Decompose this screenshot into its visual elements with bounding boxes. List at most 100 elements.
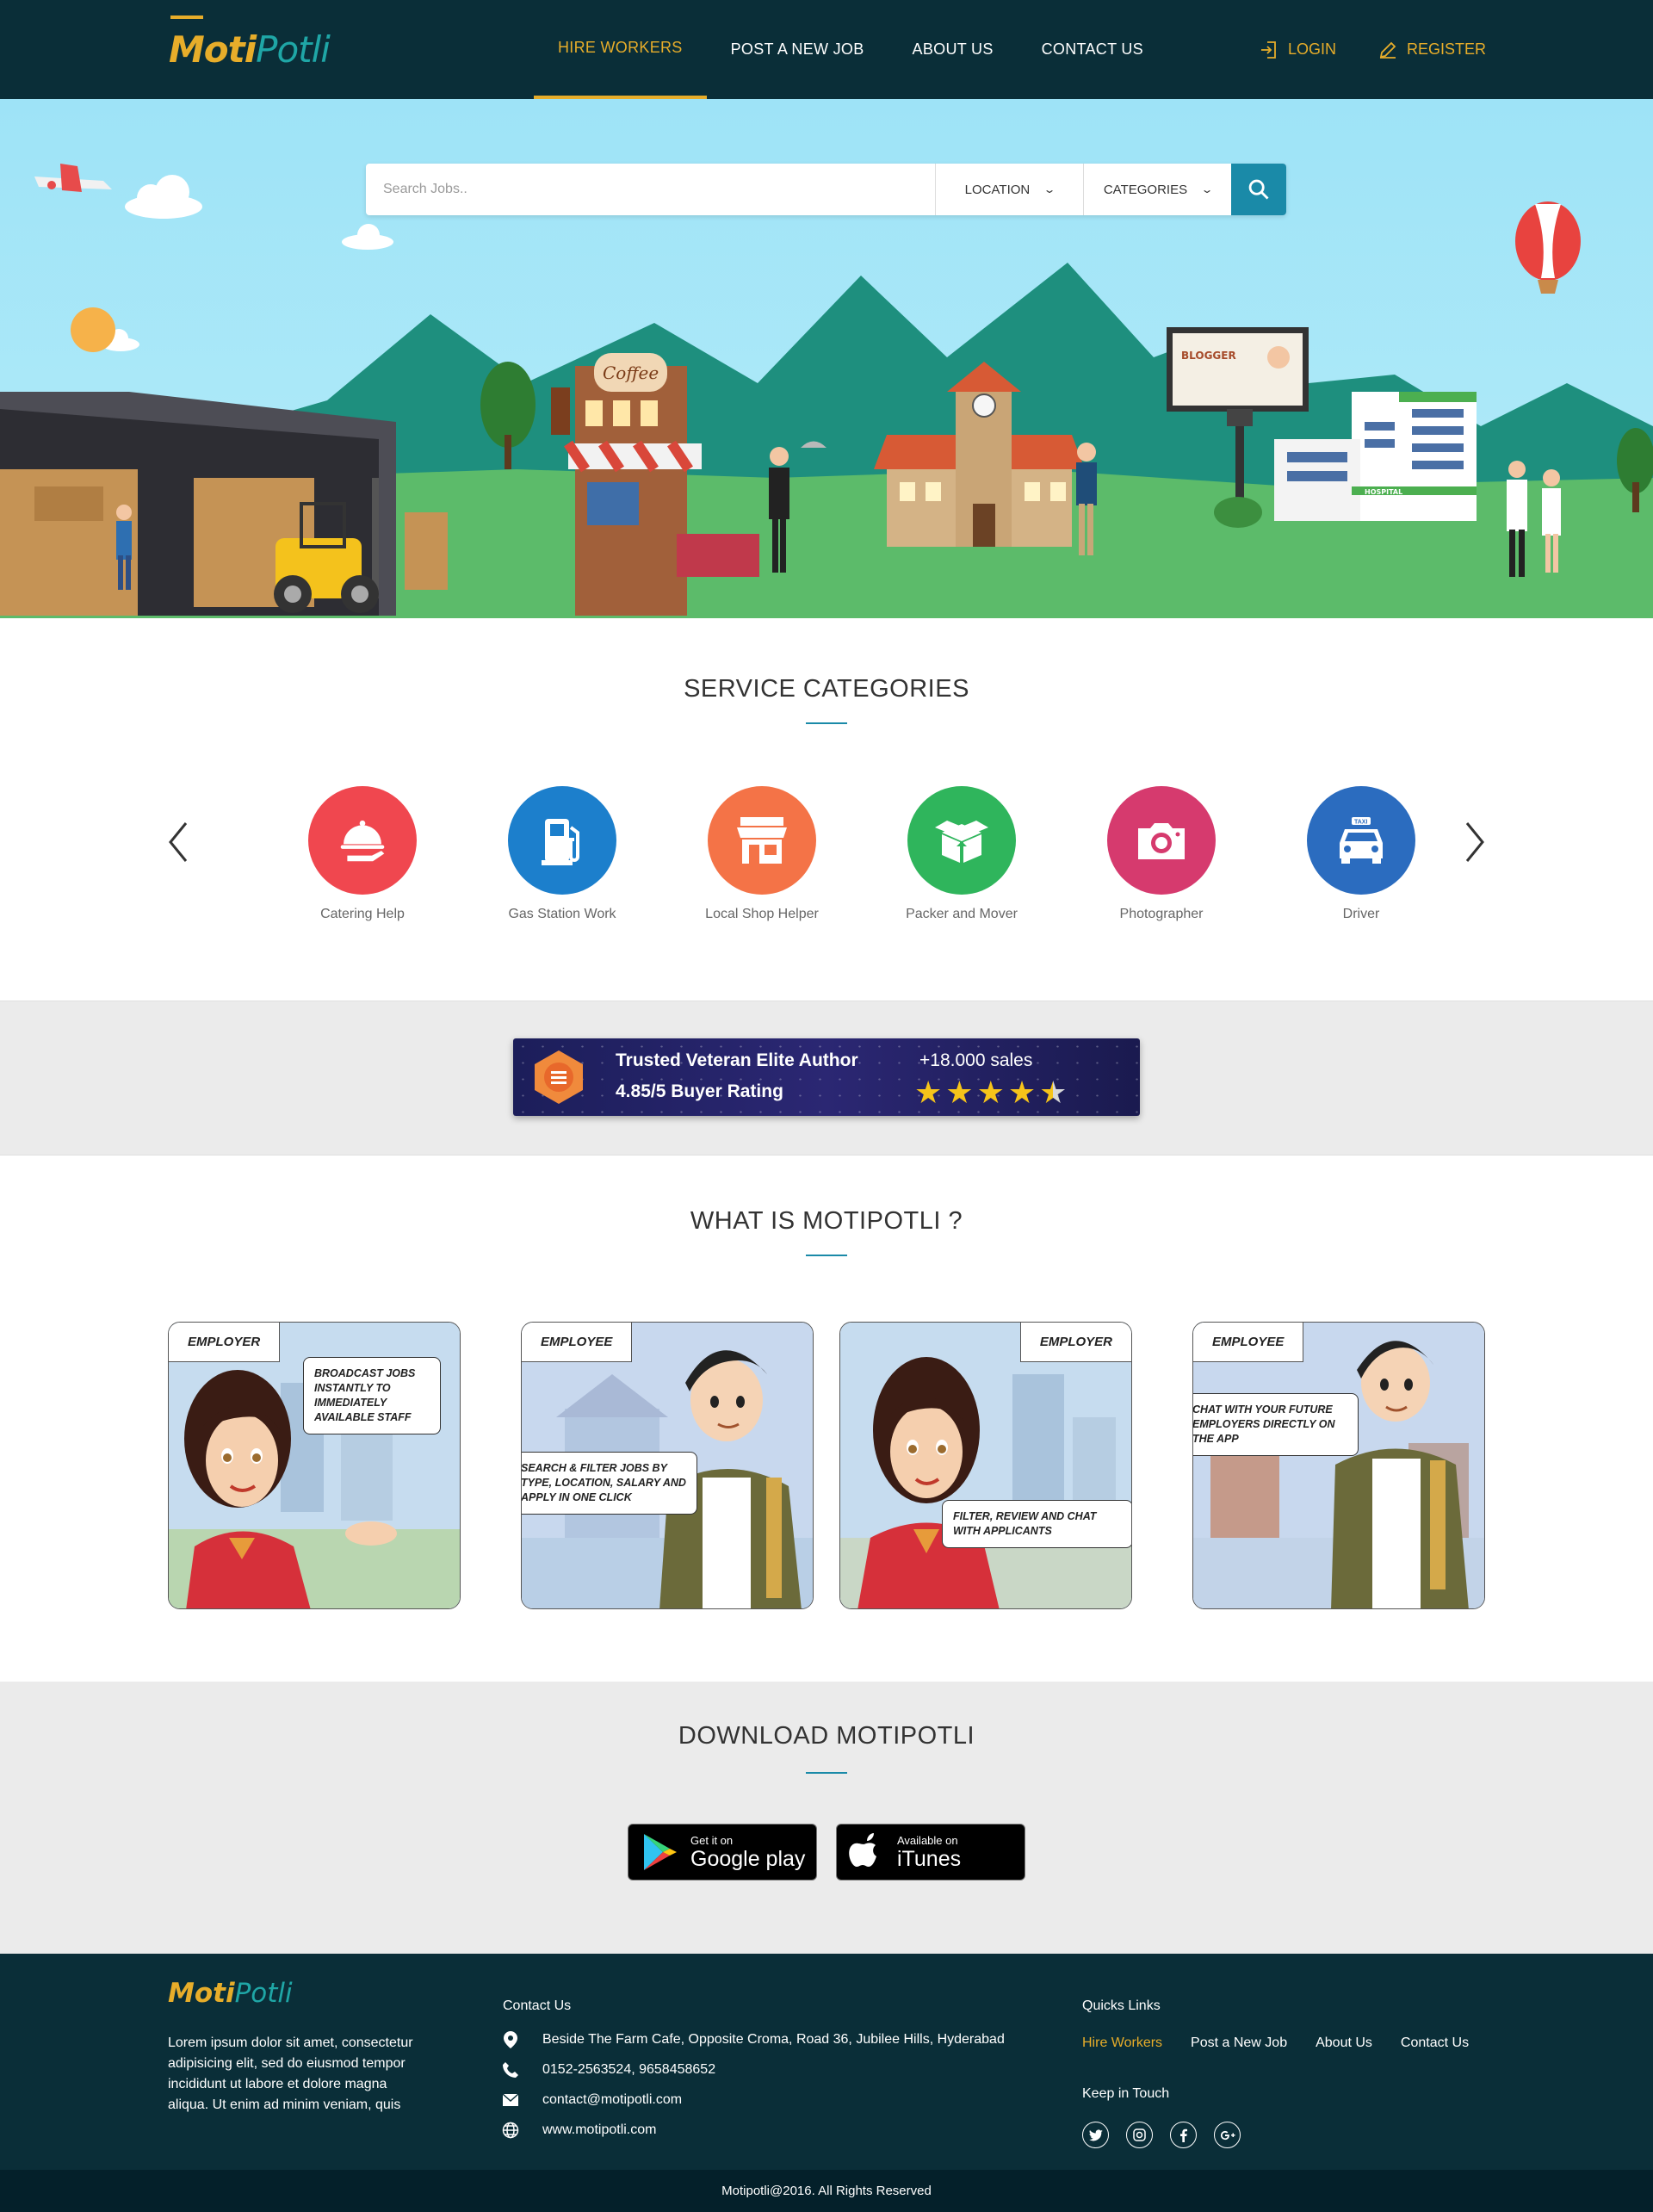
category-label: Gas Station Work [508,907,616,921]
employee-man-illustration [1193,1323,1484,1608]
title-underline [806,1772,847,1774]
category-local-shop-helper[interactable]: Local Shop Helper [662,786,862,922]
star-icon: ★ [976,1075,1005,1110]
what-is-section: WHAT IS MOTIPOTLI ? EMPLOYER BROADCAST J… [0,1156,1653,1682]
login-link[interactable]: LOGIN [1259,40,1336,60]
search-input[interactable] [366,164,935,215]
category-label: Local Shop Helper [705,907,819,921]
website-text: www.motipotli.com [542,2122,657,2137]
what-is-title: WHAT IS MOTIPOTLI ? [690,1207,963,1235]
main-nav: HIRE WORKERS POST A NEW JOB ABOUT US CON… [534,0,1167,99]
itunes-big: iTunes [897,1846,962,1871]
category-icon-circle [708,786,816,895]
contact-email[interactable]: contact@motipotli.com [501,2085,1005,2115]
category-photographer[interactable]: Photographer [1062,786,1261,922]
itunes-button[interactable]: Available on iTunes [836,1824,1025,1881]
footer-logo[interactable]: MotiPotli [168,1978,293,2009]
hero-banner: Coffee BLOGGER HOSPITAL Search Jobs.. LO… [0,99,1653,618]
nav-hire-workers[interactable]: HIRE WORKERS [534,0,707,99]
title-underline [806,722,847,724]
comic-panel-employer: EMPLOYER BROADCAST JOBS INSTANTLY TO IMM… [168,1322,461,1609]
category-icon-circle [1107,786,1216,895]
search-button[interactable] [1231,164,1286,215]
nav-about-us[interactable]: ABOUT US [888,0,1018,99]
employer-woman-illustration [840,1323,1131,1608]
author-badge-strip: Trusted Veteran Elite Author 4.85/5 Buye… [0,1001,1653,1156]
taxi-sign-text: TAXI [1354,820,1367,826]
pencil-icon [1379,41,1396,59]
badge-rating-text: 4.85/5 Buyer Rating [616,1081,783,1101]
category-gas-station-work[interactable]: Gas Station Work [462,786,662,922]
category-packer-and-mover[interactable]: Packer and Mover [862,786,1062,922]
panel-tag: EMPLOYER [1019,1323,1131,1362]
itunes-small: Available on [897,1833,958,1847]
address-text: Beside The Farm Cafe, Opposite Croma, Ro… [542,2031,1005,2047]
category-label: Photographer [1119,907,1204,921]
warehouse-illustration [0,392,448,616]
job-search-bar: LOCATION ⌄ CATEGORIES ⌄ [366,164,1286,215]
speech-bubble: CHAT WITH YOUR FUTURE EMPLOYERS DIRECTLY… [1193,1393,1359,1456]
twitter-icon[interactable] [1082,2122,1109,2148]
download-title: DOWNLOAD MOTIPOTLI [678,1722,975,1750]
cloche-icon [340,820,385,862]
comic-panel-employer: EMPLOYER FILTER, REVIEW AND CHAT WITH AP… [839,1322,1132,1609]
footer-link-hire-workers[interactable]: Hire Workers [1082,2035,1162,2051]
category-label: Catering Help [320,907,405,921]
category-driver[interactable]: TAXI Driver [1261,786,1461,922]
site-header: Moti Potli HIRE WORKERS POST A NEW JOB AB… [0,0,1653,99]
star-rating: ★ ★ ★ ★ ★ [914,1075,1068,1110]
footer-link-about-us[interactable]: About Us [1316,2035,1372,2051]
download-section: DOWNLOAD MOTIPOTLI Get it on Google play… [0,1682,1653,1954]
auth-links: LOGIN REGISTER [1259,0,1486,99]
badge-title: Trusted Veteran Elite Author [616,1050,858,1070]
location-dropdown[interactable]: LOCATION ⌄ [935,164,1083,215]
speech-bubble: SEARCH & FILTER JOBS BY TYPE, LOCATION, … [522,1452,697,1515]
chevron-down-icon: ⌄ [1043,183,1056,195]
service-categories-section: SERVICE CATEGORIES Catering Help Gas Sta… [0,618,1653,1001]
shop-icon [737,817,787,864]
google-plus-icon[interactable] [1214,2122,1241,2148]
contact-phone: 0152-2563524, 9658458652 [501,2054,1005,2085]
copyright-bar: Motipotli@2016. All Rights Reserved [0,2170,1653,2212]
author-badge[interactable]: Trusted Veteran Elite Author 4.85/5 Buye… [513,1038,1140,1116]
footer-logo-potli: Potli [234,1978,293,2009]
contact-website[interactable]: www.motipotli.com [501,2115,1005,2145]
category-carousel: Catering Help Gas Station Work Local Sho… [263,786,1461,922]
badge-sales: +18.000 sales [919,1050,1033,1070]
facebook-icon[interactable] [1170,2122,1197,2148]
category-label: Driver [1342,907,1380,921]
panel-tag: EMPLOYEE [1193,1323,1304,1362]
instagram-icon[interactable] [1126,2122,1153,2148]
star-icon: ★ [1007,1075,1037,1110]
quick-links-heading: Quicks Links [1082,1998,1161,2013]
footer-link-post-job[interactable]: Post a New Job [1191,2035,1287,2051]
location-label: LOCATION [964,182,1031,197]
phone-text: 0152-2563524, 9658458652 [542,2061,716,2077]
register-link[interactable]: REGISTER [1378,40,1486,60]
category-icon-circle: TAXI [1307,786,1415,895]
google-play-button[interactable]: Get it on Google play [628,1824,817,1881]
carousel-next-arrow[interactable] [1457,816,1491,868]
category-catering-help[interactable]: Catering Help [263,786,462,922]
brand-logo[interactable]: Moti Potli [169,15,331,71]
category-icon-circle [907,786,1016,895]
carousel-prev-arrow[interactable] [162,816,196,868]
quick-links: Hire Workers Post a New Job About Us Con… [1082,2035,1469,2051]
footer-about-text: Lorem ipsum dolor sit amet, consectetur … [168,2035,413,2112]
apple-icon [849,1833,876,1867]
contact-heading: Contact Us [503,1998,572,2013]
blogger-sign-text: BLOGGER [1181,350,1236,362]
star-icon: ★ [914,1075,943,1110]
nav-contact-us[interactable]: CONTACT US [1018,0,1167,99]
logo-potli: Potli [256,28,331,71]
nav-post-job[interactable]: POST A NEW JOB [707,0,888,99]
half-star-icon: ★ [1039,1075,1068,1110]
categories-dropdown[interactable]: CATEGORIES ⌄ [1083,164,1231,215]
contact-address: Beside The Farm Cafe, Opposite Croma, Ro… [501,2024,1005,2054]
footer-link-contact-us[interactable]: Contact Us [1401,2035,1469,2051]
copyright-text: Motipotli@2016. All Rights Reserved [721,2184,932,2198]
google-play-icon [644,1834,677,1870]
title-underline [806,1255,847,1256]
speech-bubble: BROADCAST JOBS INSTANTLY TO IMMEDIATELY … [303,1357,441,1434]
service-categories-title: SERVICE CATEGORIES [684,675,969,703]
